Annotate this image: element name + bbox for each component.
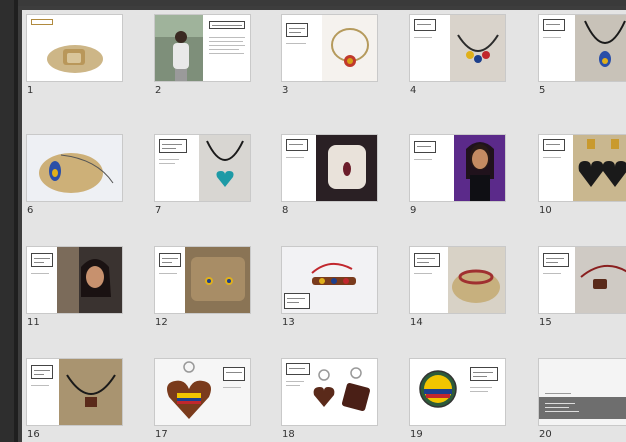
stud-earrings-image: [185, 247, 250, 313]
slide-thumbnail-5[interactable]: 5: [538, 14, 626, 96]
heart-earrings-image: [573, 135, 626, 201]
slide-thumbnail-10[interactable]: 10: [538, 134, 626, 216]
slide-preview[interactable]: [154, 14, 251, 82]
window-frame-left: [0, 0, 18, 442]
slide-number: 20: [539, 429, 552, 440]
frame-edge: [14, 0, 18, 442]
slide-preview[interactable]: [409, 134, 506, 202]
slide-preview[interactable]: [281, 134, 378, 202]
slide-preview[interactable]: [538, 358, 626, 426]
slide-preview[interactable]: [538, 14, 626, 82]
slide-title-box: [286, 139, 308, 151]
slide-thumbnail-13[interactable]: 13: [281, 246, 378, 328]
slide-number: 5: [539, 85, 546, 96]
model-portrait-image: [57, 247, 122, 313]
slide-number: 11: [27, 317, 40, 328]
slide-title-box: [209, 21, 245, 29]
pillow-bracelet-image: [448, 247, 505, 313]
slide-title-box: [159, 139, 187, 153]
slide-thumbnail-16[interactable]: 16: [26, 358, 123, 440]
slide-preview[interactable]: [538, 134, 626, 202]
slide-thumbnail-9[interactable]: 9: [409, 134, 506, 216]
slide-preview[interactable]: [154, 134, 251, 202]
slide-title-box: [543, 253, 569, 267]
dark-pillow-pendant-image: [316, 135, 377, 201]
slide-thumbnail-15[interactable]: 15: [538, 246, 626, 328]
window-frame-top: [18, 0, 626, 6]
pendant-necklace-image: [575, 15, 626, 81]
slide-preview[interactable]: [281, 358, 378, 426]
slide-number: 14: [410, 317, 423, 328]
slide-number: 16: [27, 429, 40, 440]
slide-number: 7: [155, 205, 162, 216]
slide-number: 18: [282, 429, 295, 440]
slide-thumbnail-3[interactable]: 3: [281, 14, 378, 96]
slide-preview[interactable]: [409, 14, 506, 82]
slide-thumbnail-8[interactable]: 8: [281, 134, 378, 216]
slide-preview[interactable]: [26, 14, 123, 82]
heart-pendant-image: [199, 135, 250, 201]
slide-title-box: [470, 367, 498, 381]
slide-thumbnail-18[interactable]: 18: [281, 358, 378, 440]
slide-title-box: [414, 253, 440, 267]
pillow-bag-image: [47, 45, 103, 73]
slide-preview[interactable]: [26, 358, 123, 426]
slide-thumbnail-19[interactable]: 19: [409, 358, 506, 440]
slide-thumbnail-12[interactable]: 12: [154, 246, 251, 328]
footer-bar: [539, 397, 626, 419]
round-pin-image: [410, 359, 462, 425]
slide-number: 1: [27, 85, 34, 96]
person-photo-image: [155, 15, 203, 81]
slide-thumbnail-17[interactable]: 17: [154, 358, 251, 440]
slide-number: 4: [410, 85, 417, 96]
slide-title-box: [414, 141, 436, 153]
slide-preview[interactable]: [409, 358, 506, 426]
slide-thumbnail-4[interactable]: 4: [409, 14, 506, 96]
slide-thumbnail-1[interactable]: 1: [26, 14, 123, 96]
slide-thumbnail-20[interactable]: 20: [538, 358, 626, 440]
slide-title-box: [223, 367, 245, 381]
slide-number: 10: [539, 205, 552, 216]
slide-title-box: [284, 293, 310, 309]
slide-thumbnail-7[interactable]: 7: [154, 134, 251, 216]
slide-number: 17: [155, 429, 168, 440]
slide-thumbnail-6[interactable]: 6: [26, 134, 123, 216]
slide-preview[interactable]: [281, 246, 378, 314]
slide-number: 9: [410, 205, 417, 216]
slide-preview[interactable]: [26, 134, 123, 202]
slide-preview[interactable]: [154, 358, 251, 426]
slide-preview[interactable]: [154, 246, 251, 314]
cord-bracelet-image: [575, 247, 626, 313]
slide-thumbnail-11[interactable]: 11: [26, 246, 123, 328]
slide-number: 6: [27, 205, 34, 216]
pillow-pendant-image: [27, 135, 122, 201]
slide-title-box: [31, 365, 53, 379]
slide-sorter-pane[interactable]: 1 2 3 4 5 6 7 8 9 10 11 12 13 14 15 16 1…: [22, 10, 626, 442]
slide-preview[interactable]: [281, 14, 378, 82]
slide-preview[interactable]: [538, 246, 626, 314]
slide-title-box: [414, 19, 436, 31]
model-earrings-image: [454, 135, 505, 201]
slide-title-box: [543, 139, 565, 151]
slide-thumbnail-14[interactable]: 14: [409, 246, 506, 328]
beaded-necklace-image: [450, 15, 505, 81]
slide-number: 15: [539, 317, 552, 328]
slide-title-box: [286, 23, 308, 37]
choker-necklace-image: [322, 15, 377, 81]
keychains-image: [310, 359, 377, 425]
slide-preview[interactable]: [26, 246, 123, 314]
cord-pendant-image: [59, 359, 122, 425]
slide-number: 12: [155, 317, 168, 328]
slide-number: 13: [282, 317, 295, 328]
slide-title-box: [543, 19, 565, 31]
slide-title-box: [159, 253, 181, 267]
slide-number: 3: [282, 85, 289, 96]
slide-title-box: [31, 253, 53, 267]
slide-number: 19: [410, 429, 423, 440]
slide-number: 2: [155, 85, 162, 96]
slide-number: 8: [282, 205, 289, 216]
slide-title-box: [286, 363, 310, 375]
slide-preview[interactable]: [409, 246, 506, 314]
slide-thumbnail-2[interactable]: 2: [154, 14, 251, 96]
